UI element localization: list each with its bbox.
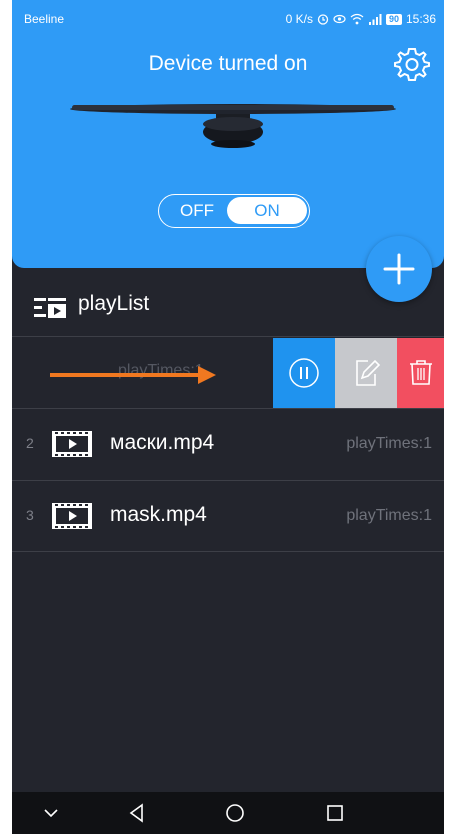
- item-number: 2: [26, 435, 34, 451]
- video-file-icon: [52, 503, 92, 529]
- chevron-down-icon[interactable]: [40, 802, 62, 824]
- recents-icon[interactable]: [324, 802, 346, 824]
- playlist-item-3[interactable]: 3 mask.mp4 playTimes:1: [12, 481, 444, 551]
- video-file-icon: [52, 431, 92, 457]
- device-status-title: Device turned on: [148, 52, 308, 75]
- signal-icon: [368, 14, 382, 25]
- network-speed: 0 K/s: [285, 12, 313, 26]
- item-play-times: playTimes:1: [346, 435, 432, 452]
- eye-icon: [333, 14, 346, 24]
- gear-icon[interactable]: [394, 46, 430, 82]
- divider: [12, 336, 444, 337]
- item-file-name: mask.mp4: [110, 503, 207, 526]
- divider: [12, 551, 444, 552]
- alarm-icon: [317, 14, 329, 25]
- status-bar: Beeline 0 K/s 90 15:36: [12, 0, 444, 34]
- battery-level: 90: [385, 13, 402, 25]
- pause-icon: [289, 358, 319, 388]
- clock: 15:36: [405, 12, 436, 26]
- edit-button[interactable]: [335, 338, 397, 408]
- device-header: Beeline 0 K/s 90 15:36 Device turned on: [12, 0, 444, 268]
- playlist-title: playList: [78, 292, 150, 315]
- toggle-off-label[interactable]: OFF: [167, 195, 227, 226]
- playlist-item-1[interactable]: playTimes:1: [12, 338, 444, 408]
- back-icon[interactable]: [126, 802, 148, 824]
- carrier-name: Beeline: [24, 12, 65, 26]
- item-number: 3: [26, 507, 34, 523]
- playlist-icon: [34, 298, 66, 318]
- item-file-name: маски.mp4: [110, 431, 215, 454]
- playlist-header: playList: [12, 280, 444, 336]
- item-play-times: playTimes:1: [346, 507, 432, 524]
- playlist-item-2[interactable]: 2 маски.mp4 playTimes:1: [12, 409, 444, 479]
- edit-icon: [356, 359, 381, 386]
- delete-button[interactable]: [397, 338, 444, 408]
- trash-icon: [410, 360, 432, 385]
- wifi-icon: [350, 13, 364, 25]
- android-navigation-bar: [12, 792, 444, 834]
- power-toggle[interactable]: OFF ON: [158, 194, 310, 228]
- status-icons: 0 K/s 90 15:36: [286, 12, 436, 26]
- toggle-on-label[interactable]: ON: [227, 197, 307, 224]
- orange-arrow-annotation: [50, 366, 216, 384]
- home-icon[interactable]: [224, 802, 246, 824]
- pause-button[interactable]: [273, 338, 335, 408]
- hologram-fan-device-image: [70, 104, 396, 148]
- phone-screen: Beeline 0 K/s 90 15:36 Device turned on: [12, 0, 444, 834]
